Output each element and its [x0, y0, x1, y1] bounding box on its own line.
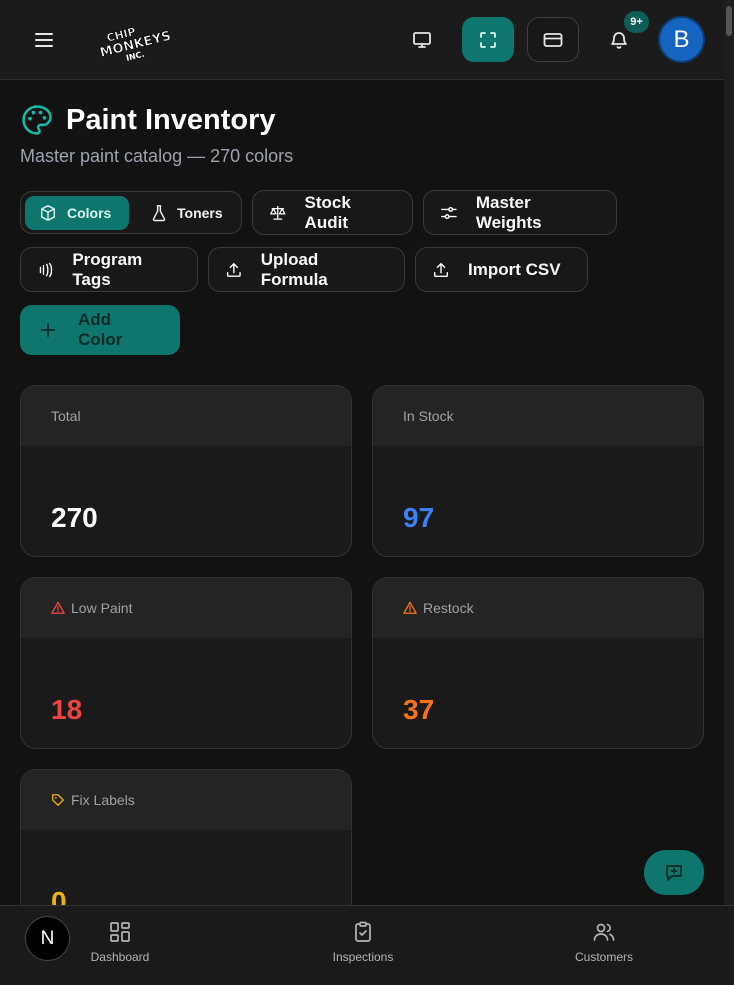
- nav-item-dashboard[interactable]: Dashboard: [60, 920, 180, 964]
- tab-toners[interactable]: Toners: [137, 196, 237, 230]
- tab-toners-label: Toners: [177, 205, 223, 221]
- stat-card-total[interactable]: Total 270: [20, 385, 352, 557]
- stock-audit-button[interactable]: Stock Audit: [252, 190, 413, 235]
- credit-card-icon: [543, 32, 563, 47]
- user-avatar[interactable]: B: [658, 16, 705, 63]
- upload-formula-label: Upload Formula: [260, 249, 328, 289]
- master-weights-button[interactable]: Master Weights: [423, 190, 617, 235]
- nav-dashboard-label: Dashboard: [90, 950, 150, 964]
- nfc-icon: [39, 262, 53, 277]
- card-button[interactable]: [527, 17, 579, 62]
- nav-item-inspections[interactable]: Inspections: [303, 920, 423, 964]
- brand-logo[interactable]: CHIP MONKEYS INC.: [92, 14, 173, 66]
- plus-icon: [41, 323, 55, 337]
- stat-card-low-paint[interactable]: Low Paint 18: [20, 577, 352, 749]
- stock-audit-label: Stock Audit: [304, 192, 351, 232]
- stat-fix-labels-label: Fix Labels: [71, 792, 135, 808]
- stat-card-header: Low Paint: [21, 578, 351, 638]
- page-header: Paint Inventory: [20, 103, 276, 137]
- nextjs-dev-badge[interactable]: N: [25, 916, 70, 961]
- import-csv-label: Import CSV: [468, 259, 561, 279]
- page-title: Paint Inventory: [66, 103, 276, 136]
- scale-icon: [270, 205, 286, 220]
- warning-icon: [403, 601, 417, 614]
- message-plus-icon: [666, 864, 682, 881]
- nav-customers-label: Customers: [574, 950, 633, 964]
- stat-low-paint-value: 18: [51, 694, 83, 725]
- tag-icon: [52, 794, 64, 806]
- monitor-icon: [413, 31, 431, 48]
- scrollbar-track[interactable]: [724, 0, 734, 905]
- stat-card-in-stock[interactable]: In Stock 97: [372, 385, 704, 557]
- program-tags-button[interactable]: Program Tags: [20, 247, 198, 292]
- import-csv-button[interactable]: Import CSV: [415, 247, 588, 292]
- stat-low-paint-label: Low Paint: [71, 600, 133, 616]
- bottom-navigation: Dashboard Inspections Customers: [0, 905, 734, 985]
- catalog-type-toggle: Colors Toners: [20, 191, 242, 234]
- stat-card-restock[interactable]: Restock 37: [372, 577, 704, 749]
- stat-restock-value: 37: [403, 694, 435, 725]
- upload-formula-button[interactable]: Upload Formula: [208, 247, 405, 292]
- bell-icon: [611, 31, 627, 49]
- master-weights-label: Master Weights: [475, 192, 542, 232]
- clipboard-check-icon: [355, 921, 371, 942]
- top-bar: CHIP MONKEYS INC. 9+ B: [0, 0, 734, 80]
- hamburger-icon: [35, 33, 53, 47]
- stat-card-header: Restock: [373, 578, 703, 638]
- scan-button[interactable]: [462, 17, 514, 62]
- display-button[interactable]: [396, 17, 448, 62]
- cube-icon: [40, 205, 56, 221]
- notification-count-badge: 9+: [624, 11, 649, 33]
- stat-in-stock-value: 97: [403, 502, 435, 533]
- stat-total-value: 270: [51, 502, 98, 533]
- scan-icon: [480, 31, 496, 48]
- nav-item-customers[interactable]: Customers: [544, 920, 664, 964]
- add-color-label: Add Color: [77, 310, 123, 349]
- scrollbar-thumb[interactable]: [726, 6, 732, 36]
- nav-inspections-label: Inspections: [332, 950, 394, 964]
- warning-icon: [51, 601, 65, 614]
- add-color-button[interactable]: Add Color: [20, 305, 180, 355]
- program-tags-label: Program Tags: [72, 249, 143, 289]
- tab-colors[interactable]: Colors: [25, 196, 129, 230]
- stat-total-label: Total: [51, 408, 81, 424]
- sliders-icon: [441, 206, 457, 219]
- stat-card-header: In Stock: [373, 386, 703, 446]
- upload-icon: [226, 262, 241, 277]
- stat-restock-label: Restock: [423, 600, 474, 616]
- flask-icon: [152, 205, 166, 222]
- stat-in-stock-label: In Stock: [403, 408, 454, 424]
- menu-button[interactable]: [24, 24, 64, 56]
- users-icon: [593, 923, 615, 941]
- tab-colors-label: Colors: [67, 205, 112, 221]
- stat-card-header: Fix Labels: [21, 770, 351, 830]
- feedback-button[interactable]: [644, 850, 704, 895]
- dashboard-icon: [110, 922, 130, 942]
- stat-card-header: Total: [21, 386, 351, 446]
- palette-icon: [22, 105, 52, 135]
- upload-icon: [433, 262, 449, 277]
- page-subtitle: Master paint catalog — 270 colors: [20, 146, 294, 166]
